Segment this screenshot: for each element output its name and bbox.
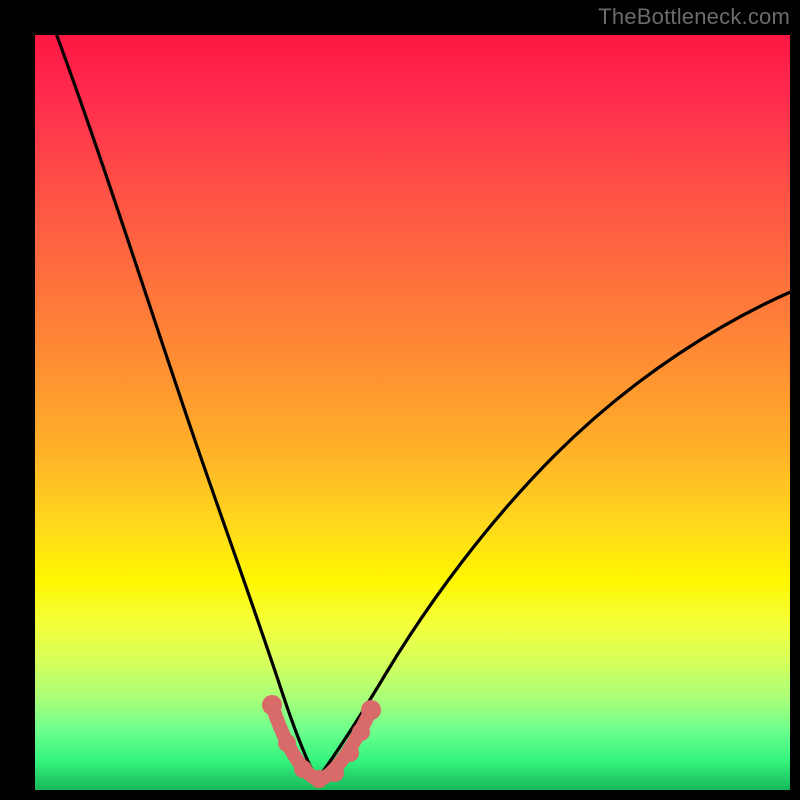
highlight-dot xyxy=(310,770,328,788)
chart-frame: TheBottleneck.com xyxy=(0,0,800,800)
highlight-dot xyxy=(361,700,381,720)
highlight-dot xyxy=(278,734,296,752)
highlight-dot xyxy=(262,695,282,715)
curve-layer xyxy=(35,35,790,790)
curve-left xyxy=(53,25,317,780)
watermark-text: TheBottleneck.com xyxy=(598,4,790,30)
curve-right xyxy=(317,290,795,780)
highlight-dot xyxy=(294,760,312,778)
highlight-dot xyxy=(352,723,370,741)
highlight-dot xyxy=(341,744,359,762)
highlight-dot xyxy=(326,764,344,782)
